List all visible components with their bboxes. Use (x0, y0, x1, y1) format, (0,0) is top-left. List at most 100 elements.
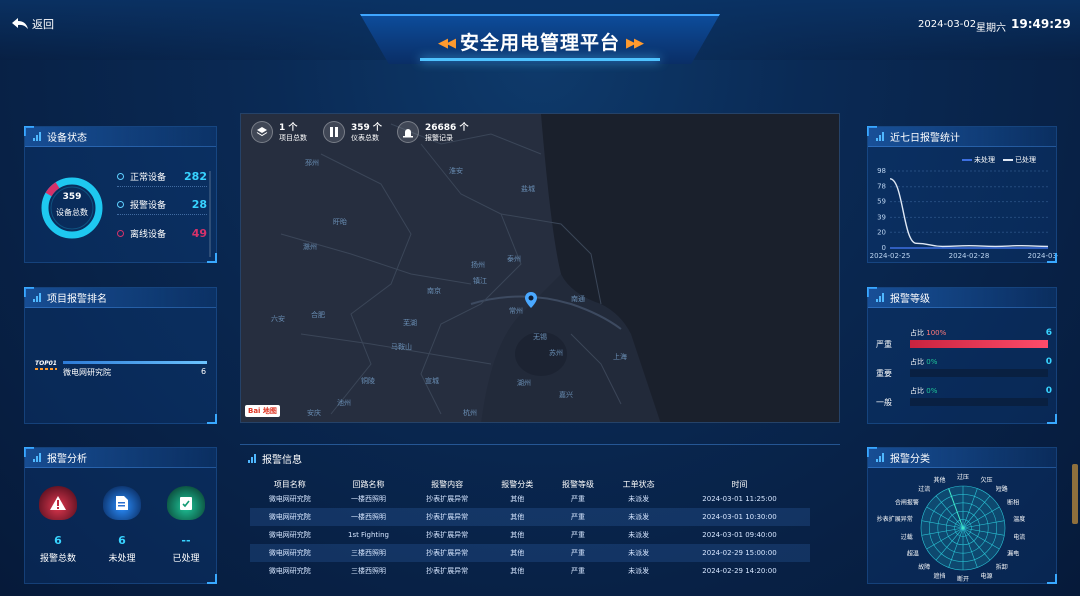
map-stat-value: 359 个 (351, 123, 382, 133)
back-button[interactable]: 返回 (12, 16, 54, 32)
radar-category-label: 电流 (1013, 533, 1025, 541)
level-pct: 占比 0% (910, 357, 937, 367)
level-name: 重要 (876, 369, 892, 378)
level-count: 6 (1045, 328, 1052, 338)
device-row-value: 49 (191, 226, 207, 240)
analysis-total-value: 6 (54, 534, 62, 547)
project-ranking-header: 项目报警排名 (25, 288, 216, 308)
map-city-label: 滁州 (303, 243, 317, 251)
table-cell: 其他 (510, 531, 525, 539)
level-bar-track (910, 340, 1048, 348)
device-row-label: 报警设备 (130, 201, 167, 211)
analysis-handled-value: -- (181, 534, 191, 547)
table-row[interactable]: 微电网研究院 1st Fighting 抄表扩展异常 其他 严重 未派发 2024-03-0… (250, 526, 810, 544)
map-city-label: 盐城 (521, 185, 535, 193)
level-pct-value: 100% (926, 329, 947, 337)
table-row[interactable]: 微电网研究院 一楼西照明 抄表扩展异常 其他 严重 未派发 2024-03-01 10:30… (250, 508, 810, 526)
table-row[interactable]: 微电网研究院 一楼西照明 抄表扩展异常 其他 严重 未派发 2024-03-01 11:25… (250, 490, 810, 508)
device-total-value: 359 (62, 192, 82, 202)
device-status-panel: 设备状态 359 设备总数 正常设备 282 报警设备 28 离线设备 49 (24, 126, 217, 263)
radar-category-label: 超温 (907, 550, 919, 558)
device-list-scrollbar[interactable] (209, 171, 211, 257)
alarm-table: 项目名称 回路名称 报警内容 报警分类 报警等级 工单状态 时间 微电网研究院一… (250, 478, 810, 580)
table-cell: 严重 (547, 508, 609, 526)
map-stat-meters: 359 个仪表总数 (323, 120, 382, 143)
page-title-text: 安全用电管理平台 (459, 32, 620, 54)
table-cell: 未派发 (628, 531, 650, 539)
rank-bar-track (63, 361, 207, 364)
table-cell: 一楼西照明 (329, 508, 408, 526)
level-bar-fill (910, 340, 1048, 348)
table-row[interactable]: 微电网研究院 三楼西照明 抄表扩展异常 其他 严重 未派发 2024-02-29 14:20… (250, 562, 810, 580)
level-count: 0 (1045, 357, 1052, 367)
document-icon (103, 486, 141, 520)
side-drawer-handle[interactable] (1072, 464, 1078, 524)
map-city-label: 嘉兴 (559, 391, 573, 399)
column-header: 项目名称 (273, 479, 306, 489)
column-header: 报警等级 (561, 479, 594, 489)
title-glow (420, 58, 660, 61)
device-status-title: 设备状态 (47, 133, 87, 144)
map-city-label: 杭州 (463, 409, 477, 417)
table-cell: 其他 (486, 508, 548, 526)
radar-category-label: 断开 (957, 575, 969, 583)
table-cell: 2024-03-01 11:25:00 (702, 495, 777, 503)
radar-category-label: 欠压 (980, 476, 992, 484)
radar-category-label: 故障 (918, 563, 930, 571)
map-city-label: 泰州 (507, 255, 521, 263)
radar-category-label: 漏电 (1007, 550, 1019, 558)
map-stat-alarms: 26686 个报警记录 (397, 120, 468, 143)
map-city-label: 芜湖 (403, 319, 417, 327)
alarm-category-header: 报警分类 (868, 448, 1056, 468)
analysis-unhandled-label: 未处理 (108, 554, 136, 564)
alarm-analysis-title: 报警分析 (47, 454, 87, 465)
table-cell: 其他 (486, 544, 548, 562)
rank-project-name: 微电网研究院 (63, 368, 111, 377)
alarm-info-header: 报警信息 (248, 451, 302, 466)
table-row[interactable]: 微电网研究院 三楼西照明 抄表扩展异常 其他 严重 未派发 2024-02-29 15:00… (250, 544, 810, 562)
table-cell: 未派发 (628, 495, 650, 503)
table-cell: 2024-03-01 09:40:00 (702, 531, 777, 539)
bars-icon (876, 293, 884, 302)
table-cell: 抄表扩展异常 (426, 495, 469, 503)
radar-category-label: 过压 (957, 473, 969, 481)
rank-stripe (35, 368, 57, 370)
map-city-label: 池州 (337, 399, 351, 407)
x-tick-label: 2024-03-02 (1028, 252, 1058, 260)
alarm-level-panel: 报警等级 占比 100% 6 严重 占比 0% 0 重要 占比 0% 0 一般 (867, 287, 1057, 424)
map-stat-value: 26686 个 (425, 123, 469, 133)
status-dot-icon (117, 201, 124, 208)
table-cell: 三楼西照明 (329, 544, 408, 562)
level-bar-track (910, 369, 1048, 377)
bars-icon (33, 293, 41, 302)
level-count: 0 (1045, 386, 1052, 396)
map-pin-icon[interactable] (525, 292, 537, 308)
y-tick-label: 78 (877, 183, 886, 191)
map-city-label: 南通 (571, 295, 585, 303)
alarm-category-panel: 报警分类 过压 欠压 短路 断相 温度 电流 漏电 拆卸 电源 断开 遮挡 故障 超温 过载 抄表扩展异常 合… (867, 447, 1057, 584)
alarm-light-icon (397, 120, 419, 143)
map-city-label: 邳州 (305, 159, 319, 167)
radar-category-label: 断相 (1007, 499, 1019, 507)
warning-icon (39, 486, 77, 520)
table-cell: 2024-02-29 14:20:00 (702, 567, 777, 575)
map-city-label: 扬州 (471, 261, 485, 269)
map-city-label: 南京 (427, 287, 441, 295)
table-cell: 2024-02-29 15:00:00 (668, 544, 810, 562)
table-cell: 微电网研究院 (250, 508, 330, 526)
device-status-list: 正常设备 282 报警设备 28 离线设备 49 (117, 167, 207, 263)
device-row-label: 正常设备 (130, 173, 167, 183)
analysis-item-unhandled: 6 未处理 (101, 486, 143, 564)
rank-bar-fill (63, 361, 207, 364)
device-status-header: 设备状态 (25, 127, 216, 147)
alarm-level-header: 报警等级 (868, 288, 1056, 308)
level-bar-track (910, 398, 1048, 406)
map-stat-label: 项目总数 (279, 134, 307, 142)
level-pct-value: 0% (926, 387, 938, 395)
map-view[interactable]: 邳州 淮安 盐城 盱眙 滁州 扬州 泰州 南京 镇江 南通 常州 无锡 苏州 上… (240, 113, 840, 423)
map-city-label: 湖州 (517, 379, 531, 387)
radar-category-label: 电源 (980, 572, 992, 580)
table-cell: 一楼西照明 (350, 495, 386, 503)
bars-icon (33, 132, 41, 141)
table-cell: 其他 (510, 495, 525, 503)
